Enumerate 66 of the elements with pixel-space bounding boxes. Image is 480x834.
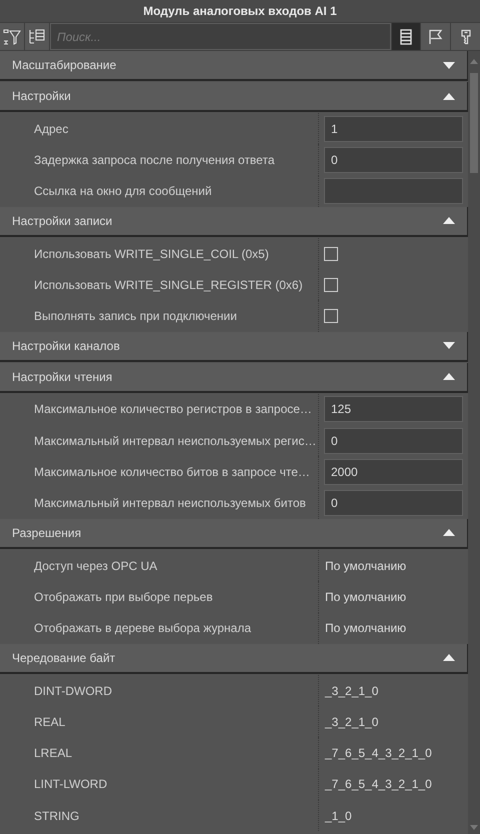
property-label: Максимальное количество битов в запросе чте… [33,465,311,480]
value-field[interactable]: 125 [324,396,463,422]
section-title: Настройки чтения [12,370,112,384]
value-field[interactable] [324,178,463,204]
checkbox[interactable] [324,278,338,292]
property-label: DINT-DWORD [33,684,113,698]
property-label: Максимальный интервал неиспользуемых регис… [33,434,318,448]
property-value: По умолчанию [324,558,406,573]
property-label: Задержка запроса после получения ответа [33,152,276,167]
list-view-icon [400,28,412,44]
property-label: STRING [33,808,80,823]
scroll-down-icon [470,825,478,830]
section-header[interactable]: Настройки [0,82,468,112]
scroll-up-icon [470,59,478,64]
property-label: Использовать WRITE_SINGLE_REGISTER (0x6) [33,278,304,292]
property-value: _7_6_5_4_3_2_1_0 [324,777,432,792]
property-value: _1_0 [324,808,352,823]
section-header[interactable]: Настройки чтения [0,362,468,393]
property-label: LREAL [33,746,74,760]
value-field[interactable]: 0 [324,428,463,454]
property-label: Максимальное количество регистров в запросе… [33,402,313,416]
property-value: По умолчанию [324,590,406,604]
key-icon [460,28,472,44]
flag-view-button[interactable] [421,23,450,50]
sort-filter-button[interactable] [0,23,24,50]
section-header[interactable]: Настройки записи [0,206,468,237]
sort-filter-icon [3,28,21,44]
property-label: REAL [33,714,66,729]
section-title: Масштабирование [12,58,116,72]
value-field[interactable]: 0 [324,146,463,173]
section-header[interactable]: Чередование байт [0,644,468,674]
checkbox[interactable] [324,309,338,324]
checkbox[interactable] [324,246,338,261]
tree-view-button[interactable] [25,23,49,50]
section-title: Чередование байт [12,650,116,665]
property-label: Доступ через OPC UA [33,558,158,573]
section-title: Настройки [12,89,71,103]
property-label: Отображать при выборе перьев [33,590,214,604]
property-label: Адрес [33,122,70,136]
search-field[interactable]: Поиск... [50,23,391,50]
property-label: LINT-LWORD [33,777,108,792]
list-view-button[interactable] [392,23,420,50]
property-label: Ссылка на окно для сообщений [33,184,213,198]
window-title: Модуль аналоговых входов AI 1 [0,0,480,22]
section-header[interactable]: Настройки каналов [0,332,468,362]
scrollbar[interactable] [468,51,480,834]
property-label: Выполнять запись при подключении [33,309,238,324]
property-label: Использовать WRITE_SINGLE_COIL (0x5) [33,246,270,261]
property-label: Отображать в дереве выбора журнала [33,621,252,636]
value-field[interactable]: 2000 [324,459,463,486]
tree-icon [28,28,46,44]
scrollbar-thumb[interactable] [470,73,478,173]
value-field[interactable]: 1 [324,116,463,142]
flag-icon [428,28,444,44]
section-header[interactable]: Масштабирование [0,51,468,81]
section-title: Настройки каналов [12,338,120,353]
property-value: _3_2_1_0 [324,714,378,729]
value-field[interactable]: 0 [324,490,463,516]
property-value: По умолчанию [324,621,406,636]
property-value: _3_2_1_0 [324,684,378,698]
property-label: Максимальный интервал неиспользуемых битов [33,496,307,510]
property-value: _7_6_5_4_3_2_1_0 [324,746,432,760]
section-title: Настройки записи [12,214,112,228]
section-title: Разрешения [12,526,82,540]
key-view-button[interactable] [451,23,480,50]
section-header[interactable]: Разрешения [0,518,468,549]
